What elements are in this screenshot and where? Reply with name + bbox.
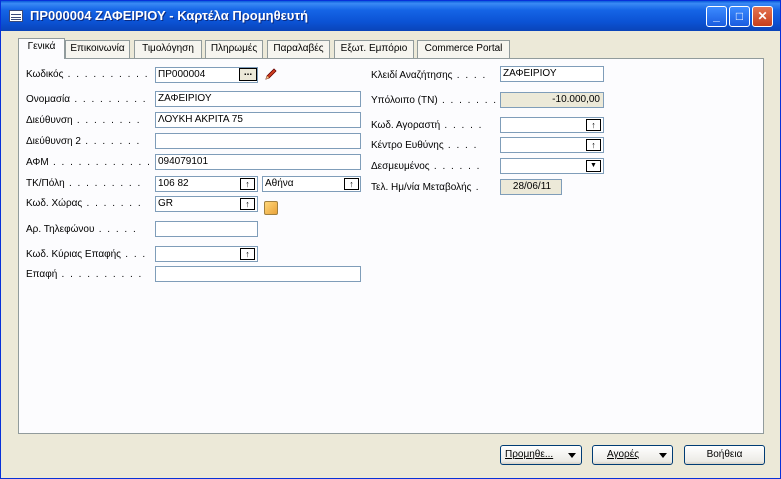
purchases-menu-label: Αγορές xyxy=(607,449,640,460)
vendor-menu-label: Προμηθε... xyxy=(505,449,554,460)
chevron-down-icon xyxy=(568,453,576,458)
search-name-field[interactable]: ΖΑΦΕΙΡΙΟΥ xyxy=(500,66,604,82)
chevron-down-icon xyxy=(659,453,667,458)
country-card-icon[interactable] xyxy=(264,201,278,215)
postcode-lookup-icon[interactable]: ↑ xyxy=(240,178,255,190)
tab-receipts[interactable]: Παραλαβές xyxy=(267,40,330,58)
tab-general[interactable]: Γενικά xyxy=(18,38,65,59)
purchases-menu-button[interactable]: Αγορές xyxy=(592,445,673,465)
address2-field[interactable] xyxy=(155,133,361,149)
postcode-label: ΤΚ/Πόλη . . . . . . . . . xyxy=(26,178,142,189)
title-bar[interactable]: ΠΡ000004 ΖΑΦΕΙΡΙΟΥ - Καρτέλα Προμηθευτή … xyxy=(1,1,780,31)
address-field[interactable]: ΛΟΥΚΗ ΑΚΡΙΤΑ 75 xyxy=(155,112,361,128)
name-label: Ονομασία . . . . . . . . . xyxy=(26,94,148,105)
tab-foreign-trade[interactable]: Εξωτ. Εμπόριο xyxy=(334,40,414,58)
code-label: Κωδικός . . . . . . . . . . xyxy=(26,69,149,80)
tab-payments[interactable]: Πληρωμές xyxy=(205,40,263,58)
last-modified-label: Τελ. Ημ/νία Μεταβολής . xyxy=(371,182,481,193)
last-modified-field[interactable]: 28/06/11 xyxy=(500,179,562,195)
responsibility-center-lookup-icon[interactable]: ↑ xyxy=(586,139,601,151)
vendor-card-window: ΠΡ000004 ΖΑΦΕΙΡΙΟΥ - Καρτέλα Προμηθευτή … xyxy=(0,0,781,479)
help-button[interactable]: Βοήθεια xyxy=(684,445,765,465)
balance-label: Υπόλοιπο (ΤΝ) . . . . . . . xyxy=(371,95,498,106)
vat-label: ΑΦΜ . . . . . . . . . . . . xyxy=(26,157,152,168)
city-lookup-icon[interactable]: ↑ xyxy=(344,178,359,190)
blocked-dropdown-icon[interactable]: ▼ xyxy=(586,160,601,172)
vendor-menu-button[interactable]: Προμηθε... xyxy=(500,445,582,465)
phone-label: Αρ. Τηλεφώνου . . . . . xyxy=(26,224,138,235)
contact-field[interactable] xyxy=(155,266,361,282)
form-icon xyxy=(9,10,23,22)
minimize-button[interactable]: _ xyxy=(706,6,727,27)
address2-label: Διεύθυνση 2 . . . . . . . xyxy=(26,136,141,147)
blocked-label: Δεσμευμένος . . . . . . xyxy=(371,161,481,172)
edit-pencil-icon[interactable] xyxy=(264,67,278,81)
code-assist-button[interactable]: ... xyxy=(239,68,257,81)
tab-communication[interactable]: Επικοινωνία xyxy=(65,40,130,58)
country-lookup-icon[interactable]: ↑ xyxy=(240,198,255,210)
name-field[interactable]: ΖΑΦΕΙΡΙΟΥ xyxy=(155,91,361,107)
contact-label: Επαφή . . . . . . . . . . xyxy=(26,269,143,280)
maximize-button[interactable]: □ xyxy=(729,6,750,27)
search-name-label: Κλειδί Αναζήτησης . . . . xyxy=(371,70,487,81)
tab-commerce-portal[interactable]: Commerce Portal xyxy=(417,40,510,58)
buyer-lookup-icon[interactable]: ↑ xyxy=(586,119,601,131)
buyer-code-label: Κωδ. Αγοραστή . . . . . xyxy=(371,120,483,131)
phone-field[interactable] xyxy=(155,221,258,237)
address-label: Διεύθυνση . . . . . . . . xyxy=(26,115,142,126)
contact-code-label: Κωδ. Κύριας Επαφής . . . xyxy=(26,249,147,260)
country-label: Κωδ. Χώρας . . . . . . . xyxy=(26,198,143,209)
vat-field[interactable]: 094079101 xyxy=(155,154,361,170)
balance-field[interactable]: -10.000,00 xyxy=(500,92,604,108)
close-button[interactable]: ✕ xyxy=(752,6,773,27)
responsibility-center-label: Κέντρο Ευθύνης . . . . xyxy=(371,140,478,151)
window-title: ΠΡ000004 ΖΑΦΕΙΡΙΟΥ - Καρτέλα Προμηθευτή xyxy=(30,8,309,23)
contact-code-lookup-icon[interactable]: ↑ xyxy=(240,248,255,260)
tab-invoicing[interactable]: Τιμολόγηση xyxy=(134,40,202,58)
